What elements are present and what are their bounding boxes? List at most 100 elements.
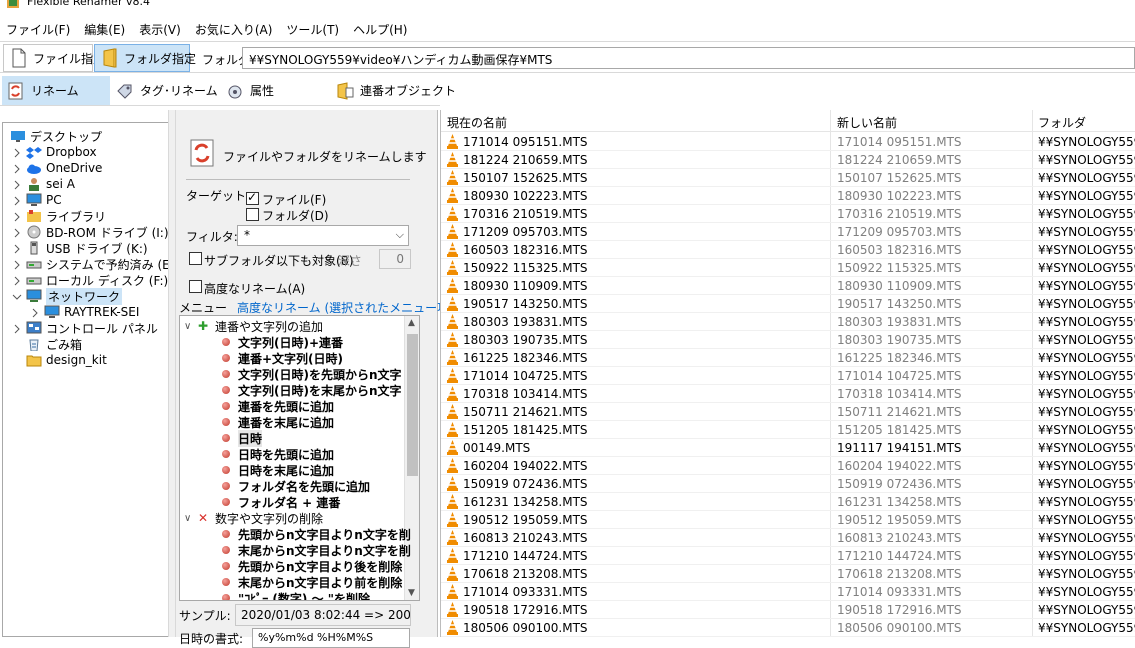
table-row[interactable]: 170316 210519.MTS 170316 210519.MTS ¥¥SYNO… — [441, 205, 1135, 223]
tree-item[interactable]: USB ドライブ (K:) — [12, 240, 148, 256]
menu-item[interactable]: 末尾からn文字目より前を削除 — [222, 574, 402, 590]
menu-favorites[interactable]: お気に入り(A) — [195, 21, 273, 38]
chevron-right-icon[interactable] — [12, 227, 22, 238]
depth-input[interactable]: 0 — [379, 249, 411, 269]
table-row[interactable]: 180303 193831.MTS 180303 193831.MTS ¥¥SYNO… — [441, 313, 1135, 331]
tree-item[interactable]: OneDrive — [12, 160, 102, 176]
table-row[interactable]: 171014 095151.MTS 171014 095151.MTS ¥¥SYNO… — [441, 133, 1135, 151]
chevron-right-icon[interactable] — [12, 163, 22, 174]
table-row[interactable]: 170318 103414.MTS 170318 103414.MTS ¥¥SYNO… — [441, 385, 1135, 403]
menu-item[interactable]: フォルダ名 + 連番 — [222, 494, 340, 510]
menu-item[interactable]: 先頭からn文字目よりn文字を削 — [222, 526, 411, 542]
chevron-right-icon[interactable] — [12, 179, 22, 190]
menu-edit[interactable]: 編集(E) — [84, 21, 125, 38]
subfolder-checkbox[interactable] — [189, 252, 202, 265]
menu-category[interactable]: ∨ ✕ 数字や文字列の削除 — [184, 510, 323, 526]
chevron-right-icon[interactable] — [30, 307, 40, 318]
tree-item[interactable]: sei A — [12, 176, 75, 192]
tree-item[interactable]: システムで予約済み (E:) — [12, 256, 168, 272]
chevron-right-icon[interactable] — [12, 243, 22, 254]
table-row[interactable]: 150711 214621.MTS 150711 214621.MTS ¥¥SYNO… — [441, 403, 1135, 421]
menu-item[interactable]: 末尾からn文字目よりn文字を削 — [222, 542, 411, 558]
datetime-format-input[interactable]: %y%m%d %H%M%S — [252, 628, 410, 648]
table-row[interactable]: 180930 110909.MTS 180930 110909.MTS ¥¥SYNO… — [441, 277, 1135, 295]
menu-item[interactable]: 日時を先頭に追加 — [222, 446, 334, 462]
table-row[interactable]: 170618 213208.MTS 170618 213208.MTS ¥¥SYNO… — [441, 565, 1135, 583]
menu-file[interactable]: ファイル(F) — [6, 21, 70, 38]
tree-item[interactable]: RAYTREK-SEI — [30, 304, 139, 320]
column-current-name[interactable]: 現在の名前 — [447, 114, 507, 131]
table-row[interactable]: 151205 181425.MTS 151205 181425.MTS ¥¥SYNO… — [441, 421, 1135, 439]
menu-item[interactable]: 先頭からn文字目より後を削除 — [222, 558, 402, 574]
menu-item[interactable]: 文字列(日時)を末尾からn文字 — [222, 382, 402, 398]
tree-item[interactable]: design_kit — [12, 352, 107, 368]
tree-item[interactable]: BD-ROM ドライブ (I:) T: — [12, 224, 168, 240]
chevron-right-icon[interactable] — [12, 147, 22, 158]
chevron-right-icon[interactable] — [12, 323, 22, 334]
chevron-right-icon[interactable] — [12, 259, 22, 270]
tree-item[interactable]: ライブラリ — [12, 208, 106, 224]
advanced-rename-checkbox[interactable] — [189, 280, 202, 293]
chevron-down-icon[interactable] — [12, 291, 22, 301]
menu-tools[interactable]: ツール(T) — [286, 21, 339, 38]
table-row[interactable]: 161231 134258.MTS 161231 134258.MTS ¥¥SYNO… — [441, 493, 1135, 511]
table-row[interactable]: 180506 090100.MTS 180506 090100.MTS ¥¥SYNO… — [441, 619, 1135, 637]
menu-item[interactable]: 文字列(日時)を先頭からn文字 — [222, 366, 402, 382]
table-row[interactable]: 181224 210659.MTS 181224 210659.MTS ¥¥SYNO… — [441, 151, 1135, 169]
tree-item[interactable]: ネットワーク — [12, 287, 123, 305]
scroll-thumb[interactable] — [407, 334, 418, 476]
menu-item[interactable]: 日時を末尾に追加 — [222, 462, 334, 478]
splitter[interactable] — [168, 110, 176, 637]
target-folder-checkbox[interactable] — [246, 208, 259, 221]
table-row[interactable]: 171209 095703.MTS 171209 095703.MTS ¥¥SYNO… — [441, 223, 1135, 241]
table-row[interactable]: 00149.MTS 191117 194151.MTS ¥¥SYNOLOGY559 — [441, 439, 1135, 457]
tree-item[interactable]: Dropbox — [12, 144, 97, 160]
filter-select[interactable]: * ⌵ — [237, 225, 409, 246]
scroll-up-icon[interactable]: ▲ — [408, 318, 415, 328]
table-row[interactable]: 150922 115325.MTS 150922 115325.MTS ¥¥SYNO… — [441, 259, 1135, 277]
menu-item[interactable]: 文字列(日時)+連番 — [222, 334, 343, 350]
tree-item[interactable]: デスクトップ — [6, 128, 102, 144]
table-row[interactable]: 190512 195059.MTS 190512 195059.MTS ¥¥SYNO… — [441, 511, 1135, 529]
target-file-checkbox[interactable] — [246, 190, 259, 205]
scroll-down-icon[interactable]: ▼ — [408, 588, 415, 598]
column-folder[interactable]: フォルダ — [1038, 114, 1086, 131]
chevron-down-icon[interactable]: ∨ — [184, 321, 196, 332]
chevron-right-icon[interactable] — [12, 195, 22, 206]
tree-item[interactable]: ごみ箱 — [12, 336, 82, 352]
menu-item[interactable]: 日時 — [222, 429, 263, 447]
tab-attributes[interactable]: 属性 — [222, 76, 322, 105]
chevron-down-icon[interactable]: ∨ — [184, 513, 196, 524]
column-new-name[interactable]: 新しい名前 — [837, 114, 897, 131]
tab-tag-rename[interactable]: タグ･リネーム — [112, 76, 220, 105]
table-row[interactable]: 160813 210243.MTS 160813 210243.MTS ¥¥SYNO… — [441, 529, 1135, 547]
tree-item[interactable]: PC — [12, 192, 62, 208]
table-row[interactable]: 150919 072436.MTS 150919 072436.MTS ¥¥SYNO… — [441, 475, 1135, 493]
tab-rename[interactable]: リネーム — [2, 76, 110, 105]
tab-sequence-object[interactable]: 連番オブジェクト — [332, 76, 456, 105]
tree-item[interactable]: コントロール パネル — [12, 320, 158, 336]
menu-item[interactable]: "ｺﾋﾟｰ (数字) ～ "を削除 — [222, 590, 370, 600]
folder-path-input[interactable]: ¥¥SYNOLOGY559¥video¥ハンディカム動画保存¥MTS — [242, 47, 1135, 69]
file-mode-button[interactable]: ファイル指定 — [3, 44, 105, 72]
table-row[interactable]: 171014 104725.MTS 171014 104725.MTS ¥¥SYNO… — [441, 367, 1135, 385]
table-row[interactable]: 180930 102223.MTS 180930 102223.MTS ¥¥SYNO… — [441, 187, 1135, 205]
table-row[interactable]: 190517 143250.MTS 190517 143250.MTS ¥¥SYNO… — [441, 295, 1135, 313]
table-row[interactable]: 190518 172916.MTS 190518 172916.MTS ¥¥SYNO… — [441, 601, 1135, 619]
table-row[interactable]: 171210 144724.MTS 171210 144724.MTS ¥¥SYNO… — [441, 547, 1135, 565]
table-row[interactable]: 160503 182316.MTS 160503 182316.MTS ¥¥SYNO… — [441, 241, 1135, 259]
table-row[interactable]: 160204 194022.MTS 160204 194022.MTS ¥¥SYNO… — [441, 457, 1135, 475]
table-row[interactable]: 150107 152625.MTS 150107 152625.MTS ¥¥SYNO… — [441, 169, 1135, 187]
table-row[interactable]: 171014 093331.MTS 171014 093331.MTS ¥¥SYNO… — [441, 583, 1135, 601]
menu-item[interactable]: 連番を末尾に追加 — [222, 414, 334, 430]
table-row[interactable]: 161225 182346.MTS 161225 182346.MTS ¥¥SYNO… — [441, 349, 1135, 367]
menu-category[interactable]: ∨ ✚ 連番や文字列の追加 — [184, 318, 323, 334]
menu-item[interactable]: 連番+文字列(日時) — [222, 350, 343, 366]
table-row[interactable]: 180303 190735.MTS 180303 190735.MTS ¥¥SYNO… — [441, 331, 1135, 349]
menu-item[interactable]: フォルダ名を先頭に追加 — [222, 478, 370, 494]
menu-help[interactable]: ヘルプ(H) — [353, 21, 407, 38]
menu-item[interactable]: 連番を先頭に追加 — [222, 398, 334, 414]
tree-item[interactable]: ローカル ディスク (F:) — [12, 272, 168, 288]
chevron-right-icon[interactable] — [12, 275, 22, 286]
folder-mode-button[interactable]: フォルダ指定 — [94, 44, 196, 72]
